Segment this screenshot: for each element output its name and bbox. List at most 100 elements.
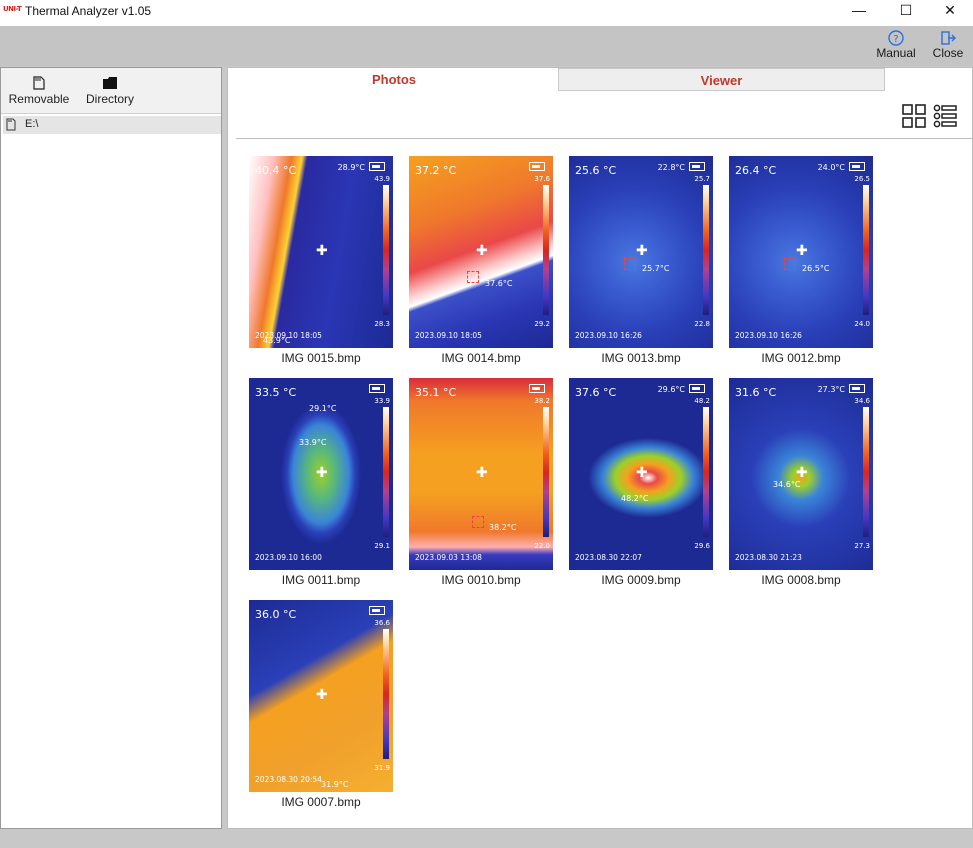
capture-date: 2023.09.10 16:26: [575, 331, 642, 340]
exit-icon: [941, 31, 956, 45]
photo-thumbnail[interactable]: 36.0 °C 36.6 31.9 ✚ 31.9°C 2023.08.30 20…: [249, 600, 395, 809]
thermal-image: 35.1 °C 38.2 22.0 ✚ 38.2°C 2023.09.03 13…: [409, 378, 553, 570]
spot-temperature: 25.7°C: [642, 264, 670, 273]
color-scale-bar: [543, 185, 549, 315]
color-scale-bar: [703, 407, 709, 537]
scale-low: 31.9: [374, 764, 390, 772]
thermal-image: 25.6 °C 22.8°C 25.7 22.8 ✚ 25.7°C 2023.0…: [569, 156, 713, 348]
center-temperature: 37.2 °C: [415, 164, 457, 177]
thermal-image: 31.6 °C 27.3°C 34.6 27.3 ✚ 34.6°C 2023.0…: [729, 378, 873, 570]
removable-button[interactable]: Removable: [5, 76, 73, 106]
scale-low: 29.1: [374, 542, 390, 550]
photo-filename: IMG 0013.bmp: [601, 351, 681, 365]
crosshair-icon: ✚: [316, 687, 328, 703]
center-temperature: 40.4 °C: [255, 164, 297, 177]
scale-high: 48.2: [694, 397, 710, 405]
photo-thumbnail[interactable]: 31.6 °C 27.3°C 34.6 27.3 ✚ 34.6°C 2023.0…: [729, 378, 875, 587]
list-view-icon[interactable]: [933, 104, 957, 128]
battery-icon: [849, 162, 865, 171]
photo-thumbnail[interactable]: 33.5 °C 29.1°C 33.9 29.1 ✚ 33.9°C 2023.0…: [249, 378, 395, 587]
photo-thumbnail[interactable]: 25.6 °C 22.8°C 25.7 22.8 ✚ 25.7°C 2023.0…: [569, 156, 715, 365]
crosshair-icon: ✚: [636, 243, 648, 259]
left-panel-header: Removable Directory: [1, 68, 221, 114]
crosshair-icon: ✚: [636, 465, 648, 481]
color-scale-bar: [863, 407, 869, 537]
drive-item[interactable]: E:\: [3, 116, 221, 134]
capture-date: 2023.08.30 20:54: [255, 775, 322, 784]
battery-icon: [689, 384, 705, 393]
spot-temperature: 34.6°C: [773, 480, 801, 489]
scale-low: 29.2: [534, 320, 550, 328]
minimize-button[interactable]: —: [837, 0, 881, 22]
battery-icon: [369, 606, 385, 615]
color-scale-bar: [863, 185, 869, 315]
manual-button[interactable]: ? Manual: [870, 30, 922, 60]
photo-filename: IMG 0011.bmp: [281, 573, 361, 587]
spot-marker: [784, 258, 796, 270]
crosshair-icon: ✚: [316, 243, 328, 259]
directory-label: Directory: [85, 92, 134, 106]
photo-thumbnail[interactable]: 37.2 °C 37.6 29.2 ✚ 37.6°C 2023.09.10 18…: [409, 156, 555, 365]
close-label: Close: [932, 46, 964, 60]
thermal-image: 40.4 °C 28.9°C 43.9 28.3 ✚ 43.9°C 2023.0…: [249, 156, 393, 348]
color-scale-bar: [703, 185, 709, 315]
capture-date: 2023.09.03 13:08: [415, 553, 482, 562]
battery-icon: [529, 384, 545, 393]
center-temperature: 36.0 °C: [255, 608, 297, 621]
maximize-button[interactable]: ☐: [884, 0, 928, 22]
battery-icon: [529, 162, 545, 171]
thermal-image: 26.4 °C 24.0°C 26.5 24.0 ✚ 26.5°C 2023.0…: [729, 156, 873, 348]
panel-splitter[interactable]: [222, 67, 226, 829]
window-close-button[interactable]: ✕: [928, 0, 972, 22]
tab-viewer[interactable]: Viewer: [558, 68, 885, 91]
window-title: Thermal Analyzer v1.05: [25, 4, 152, 18]
photo-thumbnail[interactable]: 40.4 °C 28.9°C 43.9 28.3 ✚ 43.9°C 2023.0…: [249, 156, 395, 365]
center-temperature: 26.4 °C: [735, 164, 777, 177]
spot-temperature: 31.9°C: [321, 780, 349, 789]
photo-thumbnail[interactable]: 35.1 °C 38.2 22.0 ✚ 38.2°C 2023.09.03 13…: [409, 378, 555, 587]
photo-filename: IMG 0012.bmp: [761, 351, 841, 365]
spot-temperature: 33.9°C: [299, 438, 327, 447]
color-scale-bar: [383, 407, 389, 537]
scale-high: 34.6: [854, 397, 870, 405]
min-temperature: 29.1°C: [309, 404, 337, 413]
spot-marker: [624, 258, 636, 270]
min-temperature: 27.3°C: [817, 385, 845, 394]
scale-high: 37.6: [534, 175, 550, 183]
battery-icon: [849, 384, 865, 393]
color-scale-bar: [383, 185, 389, 315]
close-button[interactable]: Close: [927, 30, 969, 60]
min-temperature: 24.0°C: [817, 163, 845, 172]
spot-temperature: 48.2°C: [621, 494, 649, 503]
crosshair-icon: ✚: [796, 243, 808, 259]
thermal-image: 33.5 °C 29.1°C 33.9 29.1 ✚ 33.9°C 2023.0…: [249, 378, 393, 570]
min-temperature: 29.6°C: [657, 385, 685, 394]
photo-filename: IMG 0009.bmp: [601, 573, 681, 587]
divider: [236, 138, 972, 139]
center-temperature: 33.5 °C: [255, 386, 297, 399]
photo-thumbnail[interactable]: 37.6 °C 29.6°C 48.2 29.6 ✚ 48.2°C 2023.0…: [569, 378, 715, 587]
directory-button[interactable]: Directory: [79, 76, 141, 106]
scale-low: 22.8: [694, 320, 710, 328]
left-panel: Removable Directory E:\: [0, 67, 222, 829]
scale-high: 25.7: [694, 175, 710, 183]
scale-low: 27.3: [854, 542, 870, 550]
spot-temperature: 37.6°C: [485, 279, 513, 288]
grid-view-icon[interactable]: [902, 104, 926, 128]
min-temperature: 28.9°C: [337, 163, 365, 172]
drive-icon: [6, 118, 16, 131]
toolbar: ? Manual Close: [0, 26, 973, 66]
capture-date: 2023.09.10 16:26: [735, 331, 802, 340]
spot-temperature: 38.2°C: [489, 523, 517, 532]
scale-high: 33.9: [374, 397, 390, 405]
thermal-image: 37.6 °C 29.6°C 48.2 29.6 ✚ 48.2°C 2023.0…: [569, 378, 713, 570]
sd-card-icon: [33, 76, 45, 90]
tab-photos[interactable]: Photos: [231, 68, 557, 91]
photo-filename: IMG 0010.bmp: [441, 573, 521, 587]
min-temperature: 22.8°C: [657, 163, 685, 172]
photo-thumbnail[interactable]: 26.4 °C 24.0°C 26.5 24.0 ✚ 26.5°C 2023.0…: [729, 156, 875, 365]
spot-marker: [467, 271, 479, 283]
help-icon: ?: [888, 30, 904, 46]
spot-marker: [472, 516, 484, 528]
photo-filename: IMG 0007.bmp: [281, 795, 361, 809]
